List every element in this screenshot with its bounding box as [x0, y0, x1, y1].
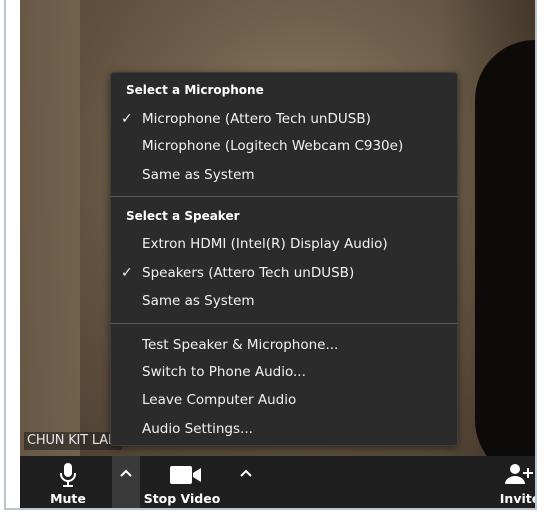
- video-options-toggle[interactable]: [232, 456, 260, 508]
- invite-label: Invite: [499, 491, 537, 506]
- menu-item-speaker-extron[interactable]: Extron HDMI (Intel(R) Display Audio): [111, 231, 457, 257]
- participant-silhouette: [475, 40, 535, 456]
- menu-item-label: Test Speaker & Microphone...: [142, 337, 339, 353]
- microphone-icon: [60, 463, 76, 487]
- menu-divider: [111, 196, 457, 197]
- menu-item-label: Microphone (Logitech Webcam C930e): [142, 138, 404, 154]
- menu-item-label: Extron HDMI (Intel(R) Display Audio): [142, 236, 388, 252]
- mute-label: Mute: [50, 491, 86, 506]
- menu-item-label: Audio Settings...: [142, 421, 253, 437]
- chevron-up-icon: [240, 469, 252, 477]
- menu-item-microphone-same-as-system[interactable]: Same as System: [111, 162, 457, 188]
- audio-options-menu: Select a Microphone ✓ Microphone (Attero…: [110, 72, 458, 446]
- chevron-up-icon: [120, 469, 132, 477]
- menu-item-label: Switch to Phone Audio...: [142, 364, 306, 380]
- menu-item-speaker-same-as-system[interactable]: Same as System: [111, 288, 457, 314]
- meeting-window: CHUN KIT LAM Select a Microphone ✓ Micro…: [4, 0, 537, 510]
- video-camera-icon: [170, 466, 201, 484]
- menu-item-label: Speakers (Attero Tech unDUSB): [142, 265, 355, 281]
- add-person-icon: [505, 464, 533, 484]
- checkmark-icon: ✓: [121, 111, 133, 127]
- video-background-wall: [20, 0, 80, 456]
- menu-item-test-speaker-microphone[interactable]: Test Speaker & Microphone...: [111, 332, 457, 358]
- stop-video-button[interactable]: Stop Video: [142, 456, 222, 508]
- microphone-section-title: Select a Microphone: [126, 83, 264, 97]
- participant-name-tag: CHUN KIT LAM: [24, 432, 122, 450]
- stop-video-label: Stop Video: [143, 491, 221, 506]
- menu-divider: [111, 323, 457, 324]
- menu-item-label: Leave Computer Audio: [142, 392, 297, 408]
- menu-item-switch-to-phone-audio[interactable]: Switch to Phone Audio...: [111, 359, 457, 385]
- meeting-toolbar: Mute Stop Video Invite: [20, 456, 537, 508]
- menu-item-label: Same as System: [142, 167, 255, 183]
- mute-button[interactable]: Mute: [42, 456, 94, 508]
- checkmark-icon: ✓: [121, 265, 133, 281]
- menu-item-leave-computer-audio[interactable]: Leave Computer Audio: [111, 387, 457, 413]
- menu-item-audio-settings[interactable]: Audio Settings...: [111, 416, 457, 442]
- invite-button[interactable]: Invite: [490, 456, 537, 508]
- speaker-section-title: Select a Speaker: [126, 209, 240, 223]
- menu-item-label: Same as System: [142, 293, 255, 309]
- menu-item-speaker-attero[interactable]: ✓ Speakers (Attero Tech unDUSB): [111, 260, 457, 286]
- audio-options-toggle[interactable]: [112, 456, 140, 508]
- menu-item-microphone-attero[interactable]: ✓ Microphone (Attero Tech unDUSB): [111, 106, 457, 132]
- menu-item-microphone-logitech[interactable]: Microphone (Logitech Webcam C930e): [111, 133, 457, 159]
- menu-item-label: Microphone (Attero Tech unDUSB): [142, 111, 371, 127]
